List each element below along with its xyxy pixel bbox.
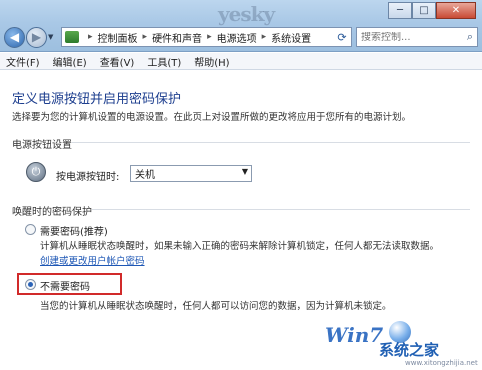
menu-file[interactable]: 文件(F) <box>6 54 40 69</box>
refresh-icon[interactable]: ⟳ <box>333 31 351 44</box>
section-divider <box>72 142 470 143</box>
breadcrumb-hardware-sound[interactable]: 硬件和声音 <box>152 30 202 45</box>
power-button-label: 按电源按钮时: <box>56 172 120 183</box>
search-icon[interactable]: ⌕ <box>467 30 473 44</box>
wake-section-heading: 唤醒时的密码保护 <box>12 207 92 218</box>
power-button-action-select[interactable]: 关机 ▼ <box>130 165 252 182</box>
menu-bar: 文件(F) 编辑(E) 查看(V) 工具(T) 帮助(H) <box>0 53 482 70</box>
main-content: 定义电源按钮并启用密码保护 选择要为您的计算机设置的电源设置。在此页上对设置所做… <box>0 71 482 370</box>
no-password-description: 当您的计算机从睡眠状态唤醒时，任何人都可以访问您的数据，因为计算机未锁定。 <box>40 301 392 312</box>
recent-pages-dropdown-icon[interactable]: ▼ <box>48 33 58 41</box>
search-box[interactable]: ⌕ <box>356 27 478 47</box>
win7-logo-text: Win7 <box>325 323 384 347</box>
close-button[interactable]: ✕ <box>436 2 476 19</box>
page-description: 选择要为您的计算机设置的电源设置。在此页上对设置所做的更改将应用于您所有的电源计… <box>12 112 412 123</box>
require-password-description: 计算机从睡眠状态唤醒时，如果未输入正确的密码来解除计算机锁定，任何人都无法读取数… <box>40 241 440 252</box>
minimize-button[interactable]: ─ <box>388 2 412 19</box>
watermark-text: yesky <box>218 2 275 26</box>
power-section-heading: 电源按钮设置 <box>12 140 72 151</box>
menu-view[interactable]: 查看(V) <box>100 54 135 69</box>
menu-help[interactable]: 帮助(H) <box>194 54 229 69</box>
back-arrow-icon[interactable]: ◀ <box>4 26 25 48</box>
section-divider <box>92 209 470 210</box>
breadcrumb-system-settings[interactable]: 系统设置 <box>271 30 311 45</box>
watermark-logo: Win7 系统之家 www.xitongzhijia.net <box>325 321 478 369</box>
no-password-radio[interactable] <box>25 279 36 290</box>
address-bar[interactable]: ▸ 控制面板 ▸ 硬件和声音 ▸ 电源选项 ▸ 系统设置 ⟳ <box>61 27 352 47</box>
logo-url: www.xitongzhijia.net <box>405 359 478 367</box>
breadcrumb-power-options[interactable]: 电源选项 <box>217 30 257 45</box>
logo-brand: 系统之家 <box>379 341 440 359</box>
breadcrumb-control-panel[interactable]: 控制面板 <box>98 30 138 45</box>
window-controls: ─ □ ✕ <box>388 2 476 19</box>
navigation-row: ◀ ▶ ▼ ▸ 控制面板 ▸ 硬件和声音 ▸ 电源选项 ▸ 系统设置 ⟳ ⌕ <box>4 26 478 48</box>
forward-arrow-icon[interactable]: ▶ <box>26 26 47 48</box>
menu-edit[interactable]: 编辑(E) <box>53 54 87 69</box>
change-password-link[interactable]: 创建或更改用户帐户密码 <box>40 253 145 267</box>
power-button-icon: ⏻ <box>26 162 46 182</box>
menu-tools[interactable]: 工具(T) <box>147 54 181 69</box>
control-panel-icon <box>65 31 79 43</box>
search-input[interactable] <box>361 31 467 43</box>
no-password-label[interactable]: 不需要密码 <box>40 278 90 293</box>
maximize-button[interactable]: □ <box>412 2 436 19</box>
require-password-radio[interactable] <box>25 224 36 235</box>
chevron-down-icon: ▼ <box>241 167 248 176</box>
require-password-label[interactable]: 需要密码(推荐) <box>40 223 108 238</box>
window-title-bar: yesky ─ □ ✕ ◀ ▶ ▼ ▸ 控制面板 ▸ 硬件和声音 ▸ 电源选项 … <box>0 0 482 52</box>
select-value: 关机 <box>135 170 155 181</box>
page-title: 定义电源按钮并启用密码保护 <box>12 92 182 107</box>
